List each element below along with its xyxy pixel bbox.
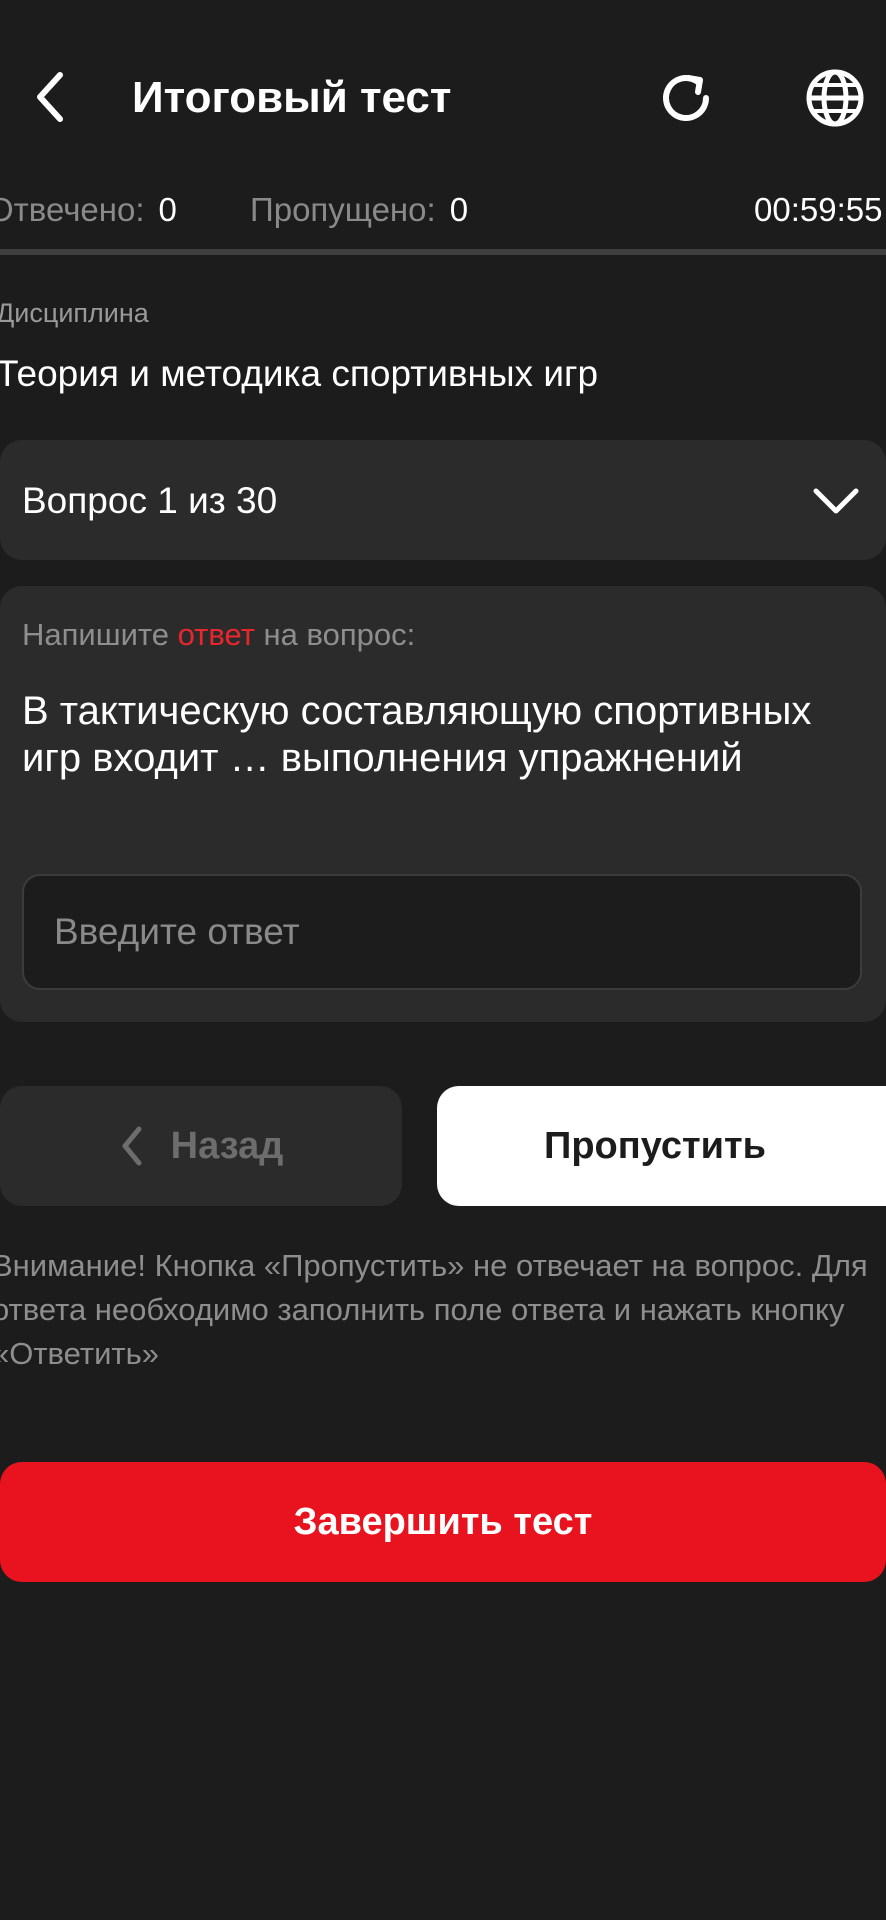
skipped-value: 0 <box>449 191 469 228</box>
page-title: Итоговый тест <box>132 73 452 122</box>
globe-icon <box>806 69 864 127</box>
refresh-button[interactable] <box>650 62 722 134</box>
skip-button[interactable]: Пропустить <box>437 1086 886 1206</box>
stats-row: Отвечено: 0 Пропущено: 0 <box>0 188 468 232</box>
chevron-down-icon <box>813 488 859 514</box>
prev-question-button[interactable]: Назад <box>0 1086 402 1206</box>
prev-question-label: Назад <box>170 1124 284 1167</box>
refresh-icon <box>663 75 709 121</box>
answered-label: Отвечено: <box>0 191 145 228</box>
prompt-accent-word: ответ <box>177 617 255 652</box>
finish-test-button[interactable]: Завершить тест <box>0 1462 886 1582</box>
language-button[interactable] <box>798 62 872 134</box>
skip-notice: Внимание! Кнопка «Пропустить» не отвечае… <box>0 1248 868 1371</box>
question-selector-label: Вопрос 1 из 30 <box>22 480 278 521</box>
question-selector-toggle[interactable] <box>808 478 864 524</box>
skip-button-label: Пропустить <box>544 1124 766 1167</box>
answered-value: 0 <box>158 191 177 228</box>
chevron-left-icon <box>122 1126 142 1166</box>
prompt-text-end: на вопрос: <box>254 617 416 652</box>
discipline-label: Дисциплина <box>0 298 149 328</box>
finish-test-label: Завершить тест <box>293 1500 593 1543</box>
discipline-name: Теория и методика спортивных игр <box>0 353 599 394</box>
question-text: В тактическую составляющую спортивных иг… <box>22 689 812 780</box>
prompt-text-start: Напишите <box>22 617 178 652</box>
back-button[interactable] <box>20 62 80 132</box>
skipped-label: Пропущено: <box>250 191 436 228</box>
answered-stat: Отвечено: 0 <box>0 191 177 228</box>
answer-input[interactable] <box>22 874 862 990</box>
progress-bar <box>0 249 886 255</box>
question-prompt: Напишите ответ на вопрос: <box>22 614 415 656</box>
chevron-left-icon <box>37 72 63 122</box>
skipped-stat: Пропущено: 0 <box>250 188 468 232</box>
timer: 00:59:55 <box>754 191 883 228</box>
